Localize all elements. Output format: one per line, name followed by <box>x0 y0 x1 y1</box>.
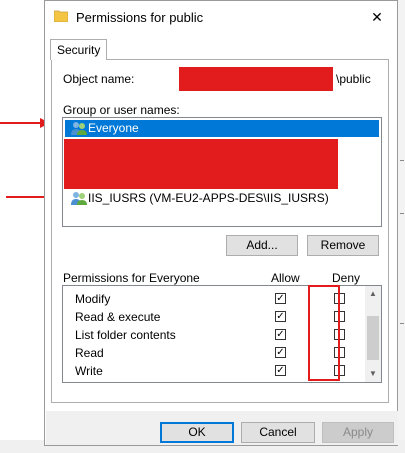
tab-security[interactable]: Security <box>50 39 108 60</box>
add-button[interactable]: Add... <box>226 235 298 256</box>
allow-checkbox[interactable]: ✓ <box>275 329 286 340</box>
allow-checkbox[interactable]: ✓ <box>275 311 286 322</box>
group-names-label: Group or user names: <box>63 103 180 117</box>
background-mark <box>400 160 404 161</box>
permission-label: Modify <box>75 292 111 306</box>
close-button[interactable]: ✕ <box>357 1 397 33</box>
allow-checkbox[interactable]: ✓ <box>275 347 286 358</box>
annotation-highlight-allow <box>308 285 340 381</box>
permissions-dialog: Permissions for public ✕ Security Object… <box>44 0 398 446</box>
permission-label: Read <box>75 346 104 360</box>
list-item-everyone[interactable]: Everyone <box>65 120 379 137</box>
scroll-up-icon[interactable]: ▲ <box>365 286 381 302</box>
scroll-down-icon[interactable]: ▼ <box>365 366 381 382</box>
ok-button[interactable]: OK <box>160 422 234 443</box>
object-name-value: \public <box>336 72 371 86</box>
background-mark <box>400 323 404 324</box>
list-item-label: IIS_IUSRS (VM-EU2-APPS-DES\IIS_IUSRS) <box>88 191 329 205</box>
permission-label: Write <box>75 364 103 378</box>
allow-column-header: Allow <box>271 271 300 285</box>
redaction-box <box>179 67 333 91</box>
deny-column-header: Deny <box>332 271 361 285</box>
background-mark <box>400 213 404 214</box>
remove-button[interactable]: Remove <box>307 235 379 256</box>
cancel-button[interactable]: Cancel <box>241 422 315 443</box>
title-bar: Permissions for public ✕ <box>45 1 397 33</box>
redaction-box <box>64 139 338 189</box>
permission-label: List folder contents <box>75 328 176 342</box>
window-title: Permissions for public <box>76 10 204 25</box>
allow-checkbox[interactable]: ✓ <box>275 365 286 376</box>
scroll-thumb[interactable] <box>367 316 379 360</box>
folder-icon <box>54 10 68 22</box>
list-item-iis-iusrs[interactable]: IIS_IUSRS (VM-EU2-APPS-DES\IIS_IUSRS) <box>65 190 379 207</box>
permission-label: Read & execute <box>75 310 161 324</box>
background-window-edge <box>398 0 405 453</box>
list-item-label: Everyone <box>88 121 139 135</box>
permissions-header: Permissions for Everyone <box>63 271 200 285</box>
users-icon <box>71 122 87 135</box>
apply-button[interactable]: Apply <box>322 422 394 443</box>
permissions-scrollbar[interactable]: ▲ ▼ <box>365 286 381 382</box>
users-icon <box>71 192 87 205</box>
object-name-label: Object name: <box>63 72 135 86</box>
allow-checkbox[interactable]: ✓ <box>275 293 286 304</box>
